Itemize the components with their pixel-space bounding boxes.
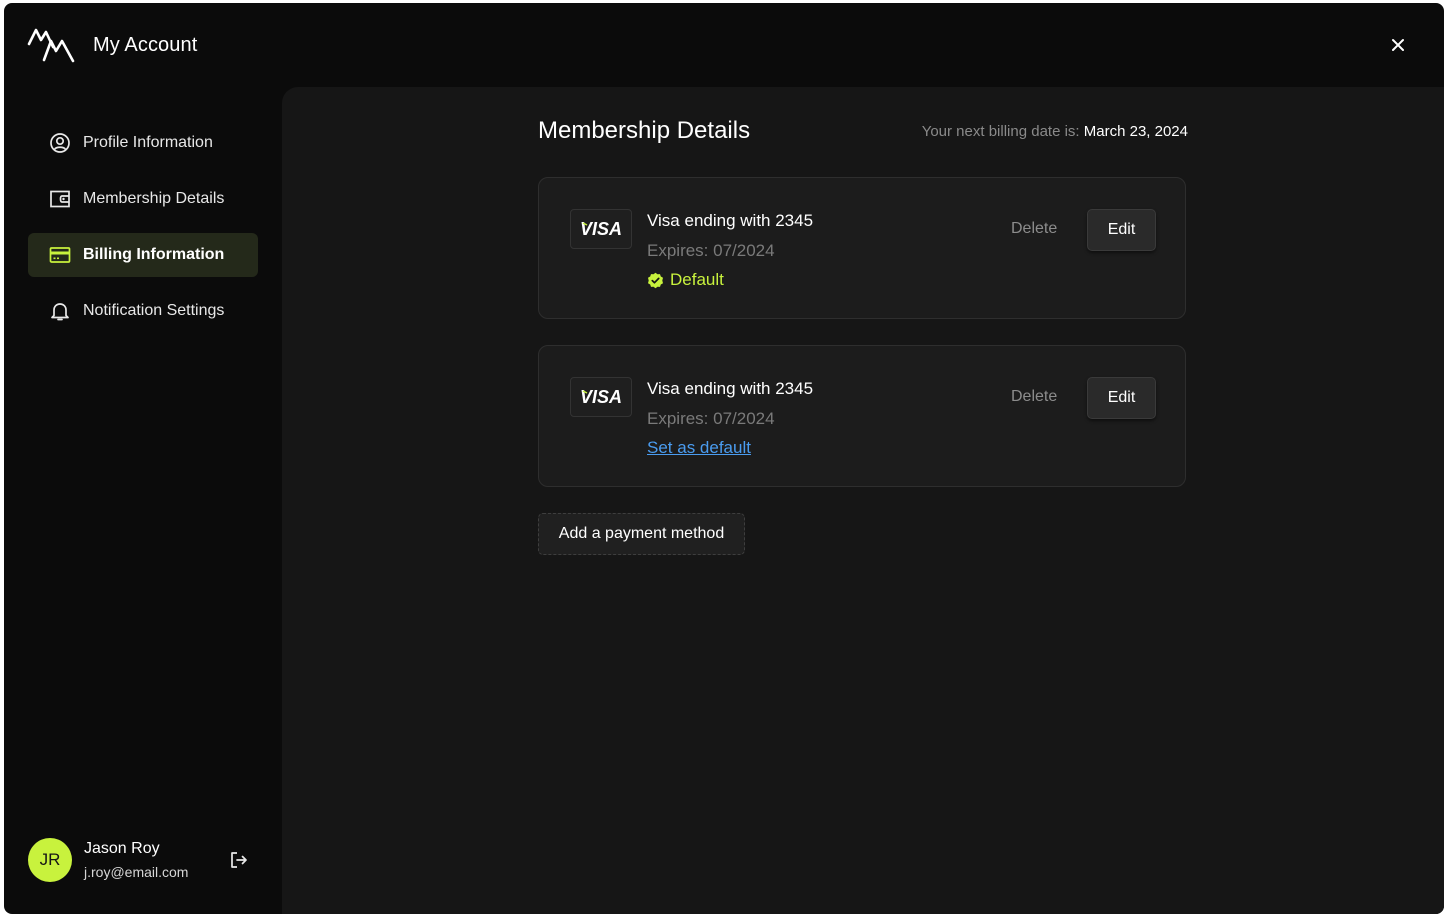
user-name: Jason Roy <box>84 840 160 857</box>
wallet-icon <box>49 188 71 210</box>
payment-card: VISA Visa ending with 2345 Expires: 07/2… <box>538 177 1186 319</box>
card-brand: VISA <box>580 219 622 239</box>
sidebar-item-label: Membership Details <box>83 190 225 207</box>
card-expiry: Expires: 07/2024 <box>647 409 775 428</box>
user-email: j.roy@email.com <box>84 864 189 880</box>
bell-icon <box>49 300 71 322</box>
account-window: My Account Profile Information Membershi… <box>4 3 1444 914</box>
set-as-default-link[interactable]: Set as default <box>647 438 751 458</box>
mountain-logo-icon <box>27 27 77 63</box>
avatar[interactable]: JR <box>28 838 72 882</box>
main-panel: Membership Details Your next billing dat… <box>282 87 1444 914</box>
card-title: Visa ending with 2345 <box>647 379 814 398</box>
close-button[interactable] <box>1385 32 1411 58</box>
add-payment-method-button[interactable]: Add a payment method <box>538 513 745 555</box>
verified-check-icon <box>647 272 664 289</box>
delete-button[interactable]: Delete <box>1011 220 1057 238</box>
close-icon <box>1392 39 1404 51</box>
delete-button[interactable]: Delete <box>1011 388 1057 406</box>
card-expiry: Expires: 07/2024 <box>647 241 775 260</box>
page-title: Membership Details <box>538 117 751 144</box>
sidebar-item-profile-information[interactable]: Profile Information <box>28 121 258 165</box>
title-bar: My Account <box>4 3 1444 87</box>
billing-date-value: March 23, 2024 <box>1083 123 1188 140</box>
sidebar-item-notification-settings[interactable]: Notification Settings <box>28 289 258 333</box>
card-brand: VISA <box>580 387 622 407</box>
sidebar-item-label: Profile Information <box>83 134 213 151</box>
app-title: My Account <box>93 34 198 56</box>
visa-logo-icon: VISA <box>570 209 632 249</box>
sidebar-item-membership-details[interactable]: Membership Details <box>28 177 258 221</box>
logout-icon <box>231 852 247 868</box>
sidebar-item-label: Billing Information <box>83 246 225 263</box>
billing-date: Your next billing date is: March 23, 202… <box>922 123 1188 140</box>
logout-button[interactable] <box>228 849 250 871</box>
sidebar-item-label: Notification Settings <box>83 302 225 319</box>
card-title: Visa ending with 2345 <box>647 211 814 230</box>
sidebar-item-billing-information[interactable]: Billing Information <box>28 233 258 277</box>
sidebar: Profile Information Membership Details B… <box>4 87 282 914</box>
user-circle-icon <box>49 132 71 154</box>
default-badge: Default <box>647 270 724 290</box>
edit-button[interactable]: Edit <box>1087 377 1156 419</box>
credit-card-icon <box>49 244 71 266</box>
user-profile: JR Jason Roy j.roy@email.com <box>28 837 258 885</box>
edit-button[interactable]: Edit <box>1087 209 1156 251</box>
default-label: Default <box>670 270 724 289</box>
visa-logo-icon: VISA <box>570 377 632 417</box>
billing-date-label: Your next billing date is: <box>921 123 1080 140</box>
payment-card: VISA Visa ending with 2345 Expires: 07/2… <box>538 345 1186 487</box>
